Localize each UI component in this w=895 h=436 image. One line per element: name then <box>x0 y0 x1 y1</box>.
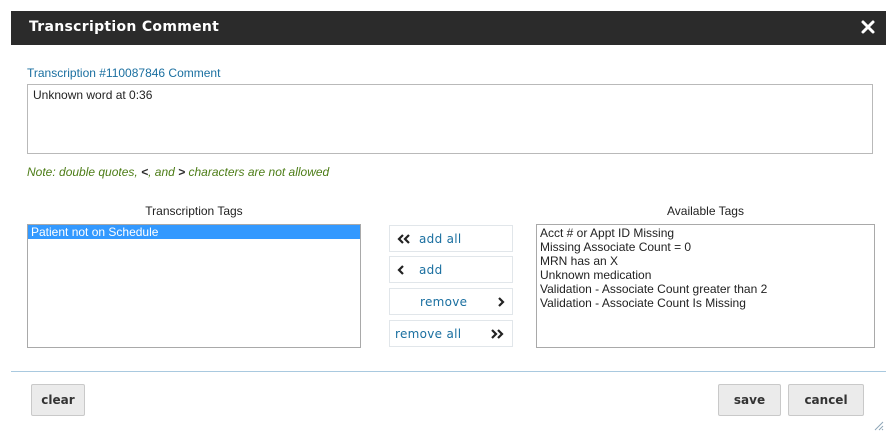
footer-divider <box>11 371 886 372</box>
close-icon[interactable] <box>859 18 877 36</box>
double-chevron-left-icon <box>397 233 411 245</box>
comment-subtitle: Transcription #110087846 Comment <box>27 66 221 80</box>
clear-button[interactable]: clear <box>31 384 85 416</box>
available-tags-list[interactable]: Acct # or Appt ID Missing Missing Associ… <box>536 224 875 348</box>
list-item[interactable]: Patient not on Schedule <box>28 225 360 239</box>
list-item[interactable]: Missing Associate Count = 0 <box>537 240 874 254</box>
cancel-button[interactable]: cancel <box>788 384 864 416</box>
transcription-tags-list[interactable]: Patient not on Schedule <box>27 224 361 348</box>
chevron-left-icon <box>395 264 409 276</box>
transcription-tags-heading: Transcription Tags <box>145 204 243 218</box>
note-prefix: Note: double quotes, <box>27 165 142 179</box>
remove-label: remove <box>420 295 468 309</box>
list-item[interactable]: MRN has an X <box>537 254 874 268</box>
available-tags-heading: Available Tags <box>667 204 744 218</box>
transcription-comment-dialog: Transcription Comment Transcription #110… <box>11 11 886 432</box>
dialog-title: Transcription Comment <box>29 19 220 35</box>
list-item[interactable]: Acct # or Appt ID Missing <box>537 226 874 240</box>
add-button[interactable]: add <box>389 256 513 283</box>
add-all-button[interactable]: add all <box>389 225 513 252</box>
resize-grip-icon[interactable] <box>872 418 884 431</box>
remove-button[interactable]: remove <box>389 288 513 315</box>
list-item[interactable]: Validation - Associate Count greater tha… <box>537 282 874 296</box>
note-mid: , and <box>148 165 179 179</box>
note-suffix: characters are not allowed <box>185 165 330 179</box>
add-all-label: add all <box>419 232 462 246</box>
list-item[interactable]: Unknown medication <box>537 268 874 282</box>
remove-all-button[interactable]: remove all <box>389 320 513 347</box>
double-chevron-right-icon <box>490 328 504 340</box>
list-item[interactable]: Validation - Associate Count Is Missing <box>537 296 874 310</box>
chevron-right-icon <box>493 296 507 308</box>
comment-textarea[interactable]: Unknown word at 0:36 <box>27 84 873 154</box>
remove-all-label: remove all <box>395 327 462 341</box>
save-button[interactable]: save <box>718 384 781 416</box>
characters-note: Note: double quotes, <, and > characters… <box>27 165 329 179</box>
dialog-titlebar[interactable]: Transcription Comment <box>11 11 886 45</box>
add-label: add <box>419 263 443 277</box>
